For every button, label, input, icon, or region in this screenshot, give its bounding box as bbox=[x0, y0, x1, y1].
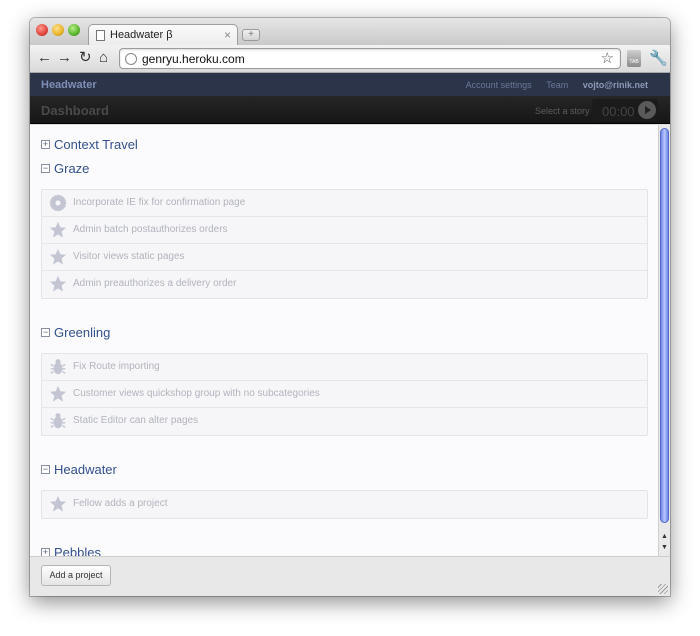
reload-button[interactable]: ↻ bbox=[79, 50, 92, 66]
story-label: Static Editor can alter pages bbox=[73, 415, 199, 426]
collapse-toggle[interactable]: − bbox=[41, 328, 50, 337]
timer: 00:00 bbox=[592, 99, 658, 121]
story-row[interactable]: Visitor views static pages bbox=[42, 244, 647, 271]
bug-icon bbox=[50, 359, 66, 375]
globe-icon bbox=[125, 53, 137, 65]
story-label: Incorporate IE fix for confirmation page bbox=[73, 197, 246, 208]
app-navbar: Headwater Account settings Team vojto@ri… bbox=[30, 73, 670, 96]
footer: Add a project bbox=[30, 556, 670, 596]
project-name[interactable]: Pebbles bbox=[54, 545, 101, 556]
scroll-down-arrow[interactable]: ▼ bbox=[661, 544, 668, 551]
play-icon[interactable] bbox=[638, 101, 656, 119]
story-list: Incorporate IE fix for confirmation page… bbox=[41, 189, 648, 299]
bookmark-star-icon[interactable]: ☆ bbox=[601, 49, 614, 67]
back-button[interactable]: ← bbox=[37, 50, 52, 66]
project-name[interactable]: Graze bbox=[54, 161, 89, 176]
tab-close-button[interactable]: × bbox=[224, 28, 231, 42]
home-button[interactable]: ⌂ bbox=[99, 50, 108, 66]
story-label: Admin preauthorizes a delivery order bbox=[73, 278, 237, 289]
url-text: genryu.heroku.com bbox=[142, 52, 245, 66]
story-list: Fix Route importing Customer views quicks… bbox=[41, 353, 648, 436]
brand-link[interactable]: Headwater bbox=[41, 79, 97, 91]
dashboard-bar: Dashboard Select a story 00:00 bbox=[30, 96, 670, 124]
minimize-window-button[interactable] bbox=[52, 24, 64, 36]
top-nav-links: Account settings Team vojto@rinik.net bbox=[454, 80, 648, 90]
collapse-toggle[interactable]: − bbox=[41, 164, 50, 173]
timer-text: 00:00 bbox=[602, 104, 635, 119]
expand-toggle[interactable]: + bbox=[41, 548, 50, 556]
resize-grip-icon[interactable] bbox=[658, 584, 668, 594]
scroll-up-arrow[interactable]: ▲ bbox=[661, 533, 668, 540]
story-label: Customer views quickshop group with no s… bbox=[73, 388, 320, 399]
gear-icon bbox=[49, 194, 67, 212]
wrench-icon[interactable]: 🔧 bbox=[649, 49, 668, 67]
add-project-button[interactable]: Add a project bbox=[41, 565, 111, 586]
star-icon bbox=[49, 385, 67, 402]
tab-title: Headwater β bbox=[110, 29, 173, 41]
story-row[interactable]: Fellow adds a project bbox=[42, 491, 647, 518]
scroll-thumb[interactable] bbox=[660, 128, 669, 523]
new-tab-button[interactable]: + bbox=[242, 29, 260, 41]
star-icon bbox=[49, 221, 67, 238]
bug-icon bbox=[50, 413, 66, 429]
browser-tab[interactable]: Headwater β × bbox=[88, 24, 238, 46]
story-row[interactable]: Incorporate IE fix for confirmation page bbox=[42, 190, 647, 217]
story-row[interactable]: Static Editor can alter pages bbox=[42, 408, 647, 435]
collapse-toggle[interactable]: − bbox=[41, 465, 50, 474]
story-label: Fix Route importing bbox=[73, 361, 160, 372]
story-row[interactable]: Admin batch postauthorizes orders bbox=[42, 217, 647, 244]
story-row[interactable]: Customer views quickshop group with no s… bbox=[42, 381, 647, 408]
address-bar[interactable]: genryu.heroku.com ☆ bbox=[119, 48, 621, 69]
account-settings-link[interactable]: Account settings bbox=[466, 80, 532, 90]
user-link[interactable]: vojto@rinik.net bbox=[583, 80, 648, 90]
scrollbar[interactable]: ▲ ▼ bbox=[658, 125, 670, 556]
extension-icon[interactable]: TAB bbox=[627, 50, 641, 67]
story-list: Fellow adds a project bbox=[41, 490, 648, 519]
project-list: + Context Travel − Graze Incorporate IE fix … bbox=[30, 125, 658, 556]
page-icon bbox=[96, 30, 105, 41]
story-row[interactable]: Admin preauthorizes a delivery order bbox=[42, 271, 647, 298]
browser-toolbar: ← → ↻ ⌂ genryu.heroku.com ☆ TAB 🔧 bbox=[30, 45, 670, 73]
story-label: Visitor views static pages bbox=[73, 251, 185, 262]
select-story-label: Select a story bbox=[535, 106, 590, 116]
story-label: Admin batch postauthorizes orders bbox=[73, 224, 228, 235]
project-name[interactable]: Context Travel bbox=[54, 137, 138, 152]
story-label: Fellow adds a project bbox=[73, 498, 168, 509]
expand-toggle[interactable]: + bbox=[41, 140, 50, 149]
project-name[interactable]: Headwater bbox=[54, 462, 117, 477]
project-name[interactable]: Greenling bbox=[54, 325, 110, 340]
star-icon bbox=[49, 495, 67, 512]
story-row[interactable]: Fix Route importing bbox=[42, 354, 647, 381]
forward-button[interactable]: → bbox=[57, 50, 72, 66]
star-icon bbox=[49, 275, 67, 292]
star-icon bbox=[49, 248, 67, 265]
tab-strip: Headwater β × + bbox=[30, 18, 670, 46]
browser-window: Headwater β × + ← → ↻ ⌂ genryu.heroku.co… bbox=[30, 18, 670, 596]
close-window-button[interactable] bbox=[36, 24, 48, 36]
zoom-window-button[interactable] bbox=[68, 24, 80, 36]
page-title: Dashboard bbox=[41, 103, 109, 118]
team-link[interactable]: Team bbox=[546, 80, 568, 90]
